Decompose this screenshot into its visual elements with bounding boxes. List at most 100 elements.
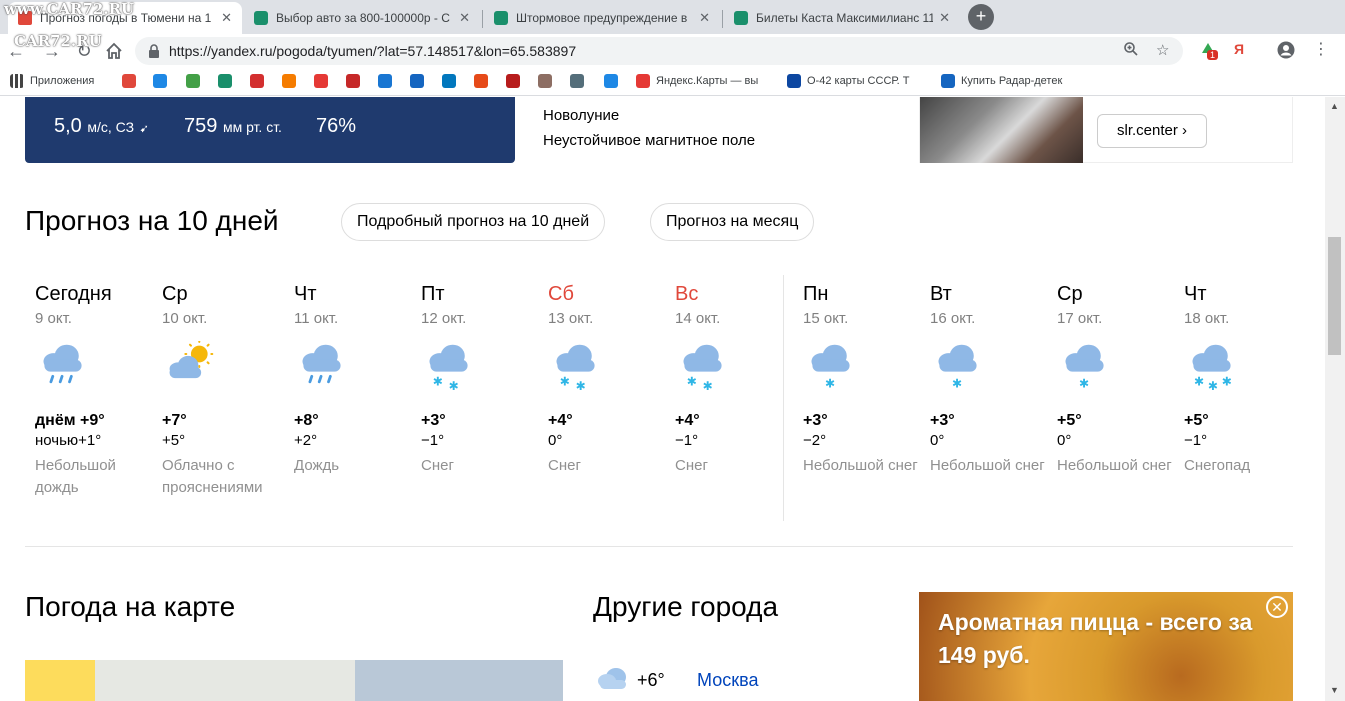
forecast-day[interactable]: Сегодня 9 окт. днём +9° ночью+1° Небольшой д… (35, 283, 155, 499)
bookmark-item[interactable]: Купить Радар-детек (941, 74, 1062, 88)
zoom-icon[interactable] (1123, 41, 1139, 61)
monthly-forecast-button[interactable]: Прогноз на месяц (650, 203, 815, 241)
bookmark-item[interactable] (410, 74, 424, 88)
page-scrollbar[interactable]: ▲ ▼ (1325, 97, 1345, 701)
bookmark-item[interactable] (314, 74, 328, 88)
bookmark-item[interactable] (538, 74, 552, 88)
tab-car-choice[interactable]: Выбор авто за 800-100000р - С ✕ (244, 2, 480, 34)
bookmark-item[interactable] (506, 74, 520, 88)
bookmark-item[interactable] (122, 74, 136, 88)
forecast-day[interactable]: Вс 14 окт. ✱ ✱ +4° −1° Снег (675, 283, 795, 477)
night-low-temp: −2° (803, 432, 827, 449)
close-icon[interactable]: ✕ (699, 10, 710, 26)
scroll-down-icon[interactable]: ▼ (1330, 685, 1339, 695)
profile-avatar-icon[interactable] (1277, 41, 1295, 62)
bookmark-favicon-icon (604, 74, 618, 88)
bookmark-favicon-icon (378, 74, 392, 88)
bookmark-favicon-icon (941, 74, 955, 88)
car-favicon-icon (734, 11, 748, 25)
condition-text: Облачно с прояснениями (162, 457, 263, 496)
day-date: 13 окт. (548, 310, 594, 327)
bookmark-label: Приложения (30, 75, 95, 87)
forecast-day[interactable]: Пн 15 окт. ✱ +3° −2° Небольшой снег (803, 283, 923, 477)
condition-text: Снег (548, 457, 581, 474)
weather-map[interactable] (25, 660, 563, 701)
bookmark-item[interactable] (282, 74, 296, 88)
close-ad-button[interactable]: ✕ (1266, 596, 1288, 618)
day-date: 17 окт. (1057, 310, 1103, 327)
day-date: 11 окт. (294, 310, 339, 327)
address-bar[interactable]: https://yandex.ru/pogoda/tyumen/?lat=57.… (135, 37, 1183, 65)
day-high-temp: +4° (548, 412, 573, 429)
forecast-day[interactable]: Пт 12 окт. ✱ ✱ +3° −1° Снег (421, 283, 541, 477)
section-divider (25, 546, 1293, 547)
scroll-up-icon[interactable]: ▲ (1330, 101, 1339, 111)
night-low-temp: −1° (1184, 432, 1208, 449)
close-icon[interactable]: ✕ (221, 10, 232, 26)
day-date: 12 окт. (421, 310, 467, 327)
bookmark-item[interactable]: Яндекс.Карты — вы (636, 74, 758, 88)
forecast-day[interactable]: Чт 18 окт. ✱ ✱ ✱ +5° −1° Снегопад (1184, 283, 1304, 477)
yandex-extension-icon[interactable]: Я (1234, 41, 1244, 57)
new-tab-button[interactable]: + (968, 4, 994, 30)
bookmark-favicon-icon (153, 74, 167, 88)
bookmark-star-icon[interactable]: ☆ (1156, 41, 1169, 59)
tab-separator (482, 10, 483, 28)
bookmark-item[interactable] (153, 74, 167, 88)
rain-icon (43, 344, 82, 384)
menu-icon[interactable]: ⋮ (1313, 39, 1329, 59)
wind-direction-icon: ➹ (139, 123, 149, 135)
ad-link-button[interactable]: slr.center › (1097, 114, 1207, 148)
close-icon[interactable]: ✕ (459, 10, 470, 26)
bookmark-item[interactable] (442, 74, 456, 88)
bookmark-item[interactable] (218, 74, 232, 88)
forecast-day[interactable]: Ср 10 окт. +7° +5° Облачно с прояснениями (162, 283, 282, 499)
scrollbar-thumb[interactable] (1328, 237, 1341, 355)
condition-text: Небольшой снег (930, 457, 1045, 474)
bookmark-favicon-icon (410, 74, 424, 88)
day-name: Вт (930, 283, 952, 305)
bookmark-item[interactable]: О-42 карты СССР. Т (787, 74, 909, 88)
forecast-day[interactable]: Сб 13 окт. ✱ ✱ +4° 0° Снег (548, 283, 668, 477)
partly-cloudy-icon (169, 339, 214, 379)
bookmark-favicon-icon (186, 74, 200, 88)
close-icon[interactable]: ✕ (939, 10, 950, 26)
bookmark-favicon-icon (282, 74, 296, 88)
forecast-day[interactable]: Ср 17 окт. ✱ +5° 0° Небольшой снег (1057, 283, 1177, 477)
snow-icon: ✱ ✱ (683, 344, 722, 393)
bookmark-label: Купить Радар-детек (961, 75, 1063, 87)
bookmark-favicon-icon (346, 74, 360, 88)
forecast-day[interactable]: Чт 11 окт. +8° +2° Дождь (294, 283, 414, 477)
bookmark-item[interactable] (250, 74, 264, 88)
page-content: 5,0 м/с, СЗ ➹ 759 мм рт. ст. 76% Новолун… (0, 97, 1325, 701)
bookmark-item[interactable] (474, 74, 488, 88)
bookmark-label: Яндекс.Карты — вы (656, 75, 759, 87)
day-name: Чт (294, 283, 317, 305)
day-high-temp: +7° (162, 412, 187, 429)
bookmark-item[interactable] (570, 74, 584, 88)
advertisement-banner[interactable]: slr.center › (919, 97, 1293, 163)
tab-tickets[interactable]: Билеты Каста Максимилианс 11 ✕ (724, 2, 960, 34)
home-button[interactable] (102, 39, 126, 63)
cloudy-icon (598, 668, 626, 689)
forecast-day[interactable]: Вт 16 окт. ✱ +3° 0° Небольшой снег (930, 283, 1050, 477)
svg-text:✱: ✱ (1222, 375, 1232, 389)
heavy-snow-icon: ✱ ✱ ✱ (1192, 344, 1232, 393)
car-favicon-icon (494, 11, 508, 25)
bookmark-item[interactable] (604, 74, 618, 88)
bookmark-item[interactable] (186, 74, 200, 88)
url-text[interactable]: https://yandex.ru/pogoda/tyumen/?lat=57.… (169, 43, 576, 59)
pizza-advertisement[interactable]: Ароматная пицца - всего за 149 руб. ✕ (919, 592, 1293, 701)
detailed-forecast-button[interactable]: Подробный прогноз на 10 дней (341, 203, 606, 241)
condition-text: Снег (421, 457, 454, 474)
day-name: Ср (1057, 283, 1083, 305)
city-link-moscow[interactable]: Москва (697, 670, 758, 691)
bookmark-item[interactable] (346, 74, 360, 88)
tab-storm-warning[interactable]: Штормовое предупреждение в ✕ (484, 2, 720, 34)
bookmark-item[interactable] (378, 74, 392, 88)
day-date: 18 окт. (1184, 310, 1230, 327)
extension-icon[interactable]: 1 (1200, 41, 1219, 60)
week-divider (783, 275, 784, 521)
bookmark-item[interactable]: Приложения (10, 74, 94, 88)
svg-text:✱: ✱ (1208, 379, 1218, 393)
